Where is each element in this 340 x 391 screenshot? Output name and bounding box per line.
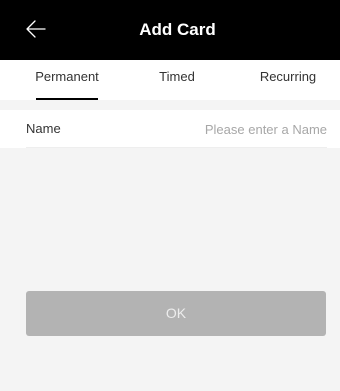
app-header: Add Card [0, 0, 340, 60]
card-type-tabs: Permanent Timed Recurring [0, 60, 340, 100]
field-divider [26, 147, 327, 148]
tab-recurring[interactable]: Recurring [248, 60, 328, 100]
name-input[interactable] [127, 118, 327, 140]
tab-permanent[interactable]: Permanent [24, 60, 110, 100]
page-title: Add Card [139, 20, 216, 39]
ok-button[interactable]: OK [26, 291, 326, 336]
section-gap [0, 100, 340, 110]
name-label: Name [26, 121, 61, 136]
tab-timed[interactable]: Timed [140, 60, 214, 100]
name-field-row: Name [0, 110, 340, 148]
